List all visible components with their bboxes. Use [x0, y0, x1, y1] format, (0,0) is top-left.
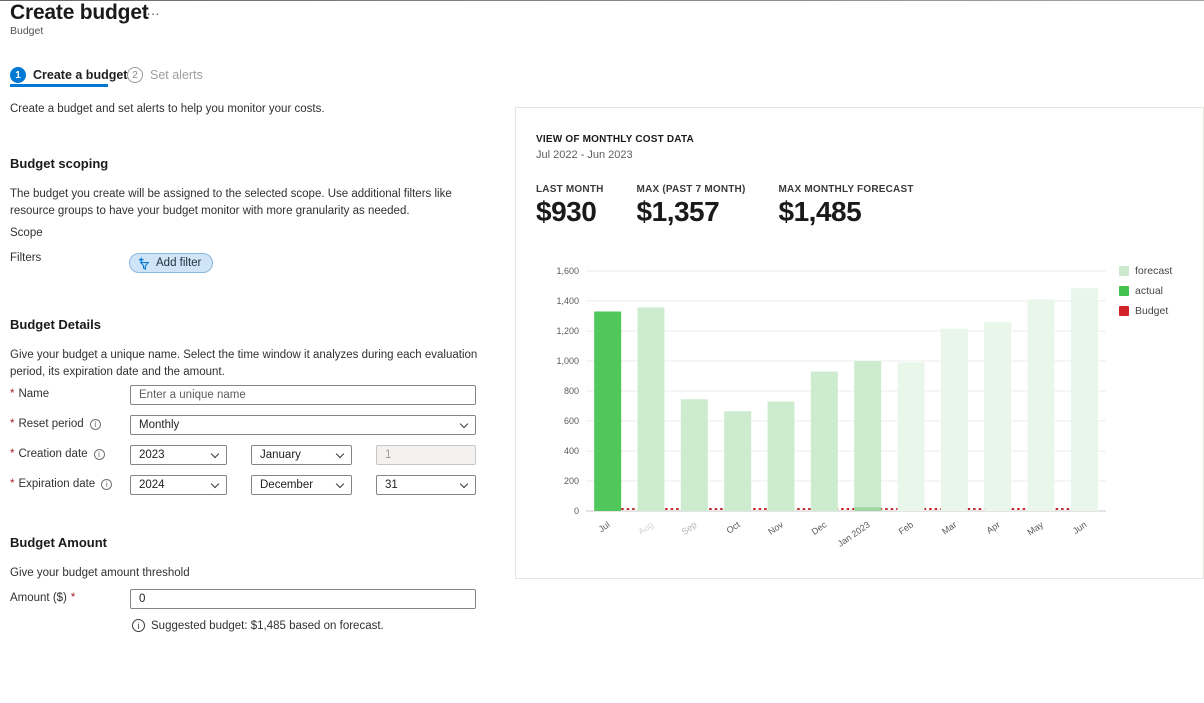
budget-amount-description: Give your budget amount threshold [10, 567, 190, 579]
svg-text:Nov: Nov [766, 519, 785, 537]
budget-swatch-icon [1119, 306, 1129, 316]
creation-date-info-icon[interactable]: i [93, 448, 105, 460]
svg-text:May: May [1025, 519, 1045, 537]
chevron-down-icon [335, 479, 345, 488]
suggested-budget-note: i Suggested budget: $1,485 based on fore… [130, 619, 384, 632]
cost-card-heading: VIEW OF MONTHLY COST DATA [536, 134, 694, 145]
svg-text:Jan 2023: Jan 2023 [836, 519, 872, 548]
chevron-down-icon [459, 479, 469, 488]
active-tab-underline [10, 84, 108, 87]
page-description: Create a budget and set alerts to help y… [10, 103, 325, 115]
name-input[interactable] [130, 385, 476, 405]
budget-details-heading: Budget Details [10, 317, 102, 332]
expiration-month-select[interactable]: December [251, 475, 352, 495]
cost-card-date-range: Jul 2022 - Jun 2023 [536, 149, 633, 161]
tab-1-label: Create a budget [33, 68, 128, 82]
svg-text:1,000: 1,000 [556, 356, 579, 366]
budget-details-description: Give your budget a unique name. Select t… [10, 349, 478, 379]
stat-max-past-7-month: MAX (PAST 7 MONTH) $1,357 [636, 184, 746, 227]
chevron-down-icon [459, 419, 469, 428]
reset-period-info-icon[interactable]: i [89, 418, 101, 430]
creation-month-select[interactable]: January [251, 445, 352, 465]
budget-scoping-heading: Budget scoping [10, 156, 109, 171]
svg-text:0: 0 [574, 506, 579, 516]
svg-text:Dec: Dec [810, 519, 829, 537]
chevron-down-icon [210, 479, 220, 488]
svg-text:1,600: 1,600 [556, 266, 579, 276]
stat-max-monthly-forecast: MAX MONTHLY FORECAST $1,485 [778, 184, 914, 227]
svg-text:Sep: Sep [680, 519, 699, 536]
creation-date-label: * Creation date i [10, 448, 105, 460]
legend-budget: Budget [1119, 305, 1172, 317]
svg-text:200: 200 [564, 476, 579, 486]
svg-text:Aug: Aug [636, 519, 655, 536]
expiration-date-label: * Expiration date i [10, 478, 113, 490]
chart-legend: forecast actual Budget [1119, 265, 1172, 317]
amount-input[interactable] [130, 589, 476, 609]
tab-2-number-badge: 2 [127, 67, 143, 83]
svg-text:600: 600 [564, 416, 579, 426]
top-divider [0, 0, 1204, 1]
tab-2-label: Set alerts [150, 68, 203, 82]
budget-scoping-description: The budget you create will be assigned t… [10, 188, 452, 218]
more-options-button[interactable]: … [146, 2, 160, 18]
cost-stats: LAST MONTH $930 MAX (PAST 7 MONTH) $1,35… [536, 184, 914, 228]
add-filter-icon [138, 256, 150, 270]
legend-actual: actual [1119, 285, 1172, 297]
amount-label: Amount ($) * [10, 592, 76, 604]
tab-create-a-budget[interactable]: 1 Create a budget [10, 64, 127, 86]
svg-text:800: 800 [564, 386, 579, 396]
svg-text:Mar: Mar [940, 519, 958, 536]
expiration-day-select[interactable]: 31 [376, 475, 476, 495]
reset-period-label: * Reset period i [10, 418, 101, 430]
name-label: * Name [10, 388, 50, 400]
add-filter-button[interactable]: Add filter [129, 253, 214, 273]
monthly-cost-card: VIEW OF MONTHLY COST DATA Jul 2022 - Jun… [515, 107, 1204, 579]
svg-text:1,400: 1,400 [556, 296, 579, 306]
svg-text:Feb: Feb [897, 519, 915, 536]
svg-text:Jun: Jun [1071, 519, 1089, 536]
svg-text:1,200: 1,200 [556, 326, 579, 336]
svg-text:Apr: Apr [985, 519, 1002, 535]
add-filter-label: Add filter [156, 257, 202, 269]
svg-text:400: 400 [564, 446, 579, 456]
tab-set-alerts[interactable]: 2 Set alerts [127, 64, 203, 86]
stat-last-month: LAST MONTH $930 [536, 184, 604, 227]
info-icon: i [132, 619, 145, 632]
budget-amount-heading: Budget Amount [10, 535, 107, 550]
chevron-down-icon [210, 449, 220, 458]
legend-forecast: forecast [1119, 265, 1172, 277]
creation-day-input: 1 [376, 445, 476, 465]
actual-swatch-icon [1119, 286, 1129, 296]
svg-text:Jul: Jul [597, 519, 612, 534]
create-budget-page: Create budget … Budget 1 Create a budget… [0, 0, 1204, 703]
scope-label: Scope [10, 227, 43, 239]
creation-year-select[interactable]: 2023 [130, 445, 227, 465]
monthly-cost-chart: 0 200 400 600 800 1,000 1,200 1,400 1,600 Jul Aug S… [534, 258, 1114, 558]
page-subtitle: Budget [10, 25, 44, 37]
svg-text:Oct: Oct [725, 519, 743, 536]
forecast-swatch-icon [1119, 266, 1129, 276]
tab-1-number-badge: 1 [10, 67, 26, 83]
reset-period-select[interactable]: Monthly [130, 415, 476, 435]
filters-label: Filters [10, 252, 42, 264]
expiration-year-select[interactable]: 2024 [130, 475, 227, 495]
cost-bar-chart-svg: 0 200 400 600 800 1,000 1,200 1,400 1,600 Jul Aug S… [556, 266, 1106, 549]
page-title: Create budget [10, 1, 149, 24]
expiration-date-info-icon[interactable]: i [101, 478, 113, 490]
chevron-down-icon [335, 449, 345, 458]
